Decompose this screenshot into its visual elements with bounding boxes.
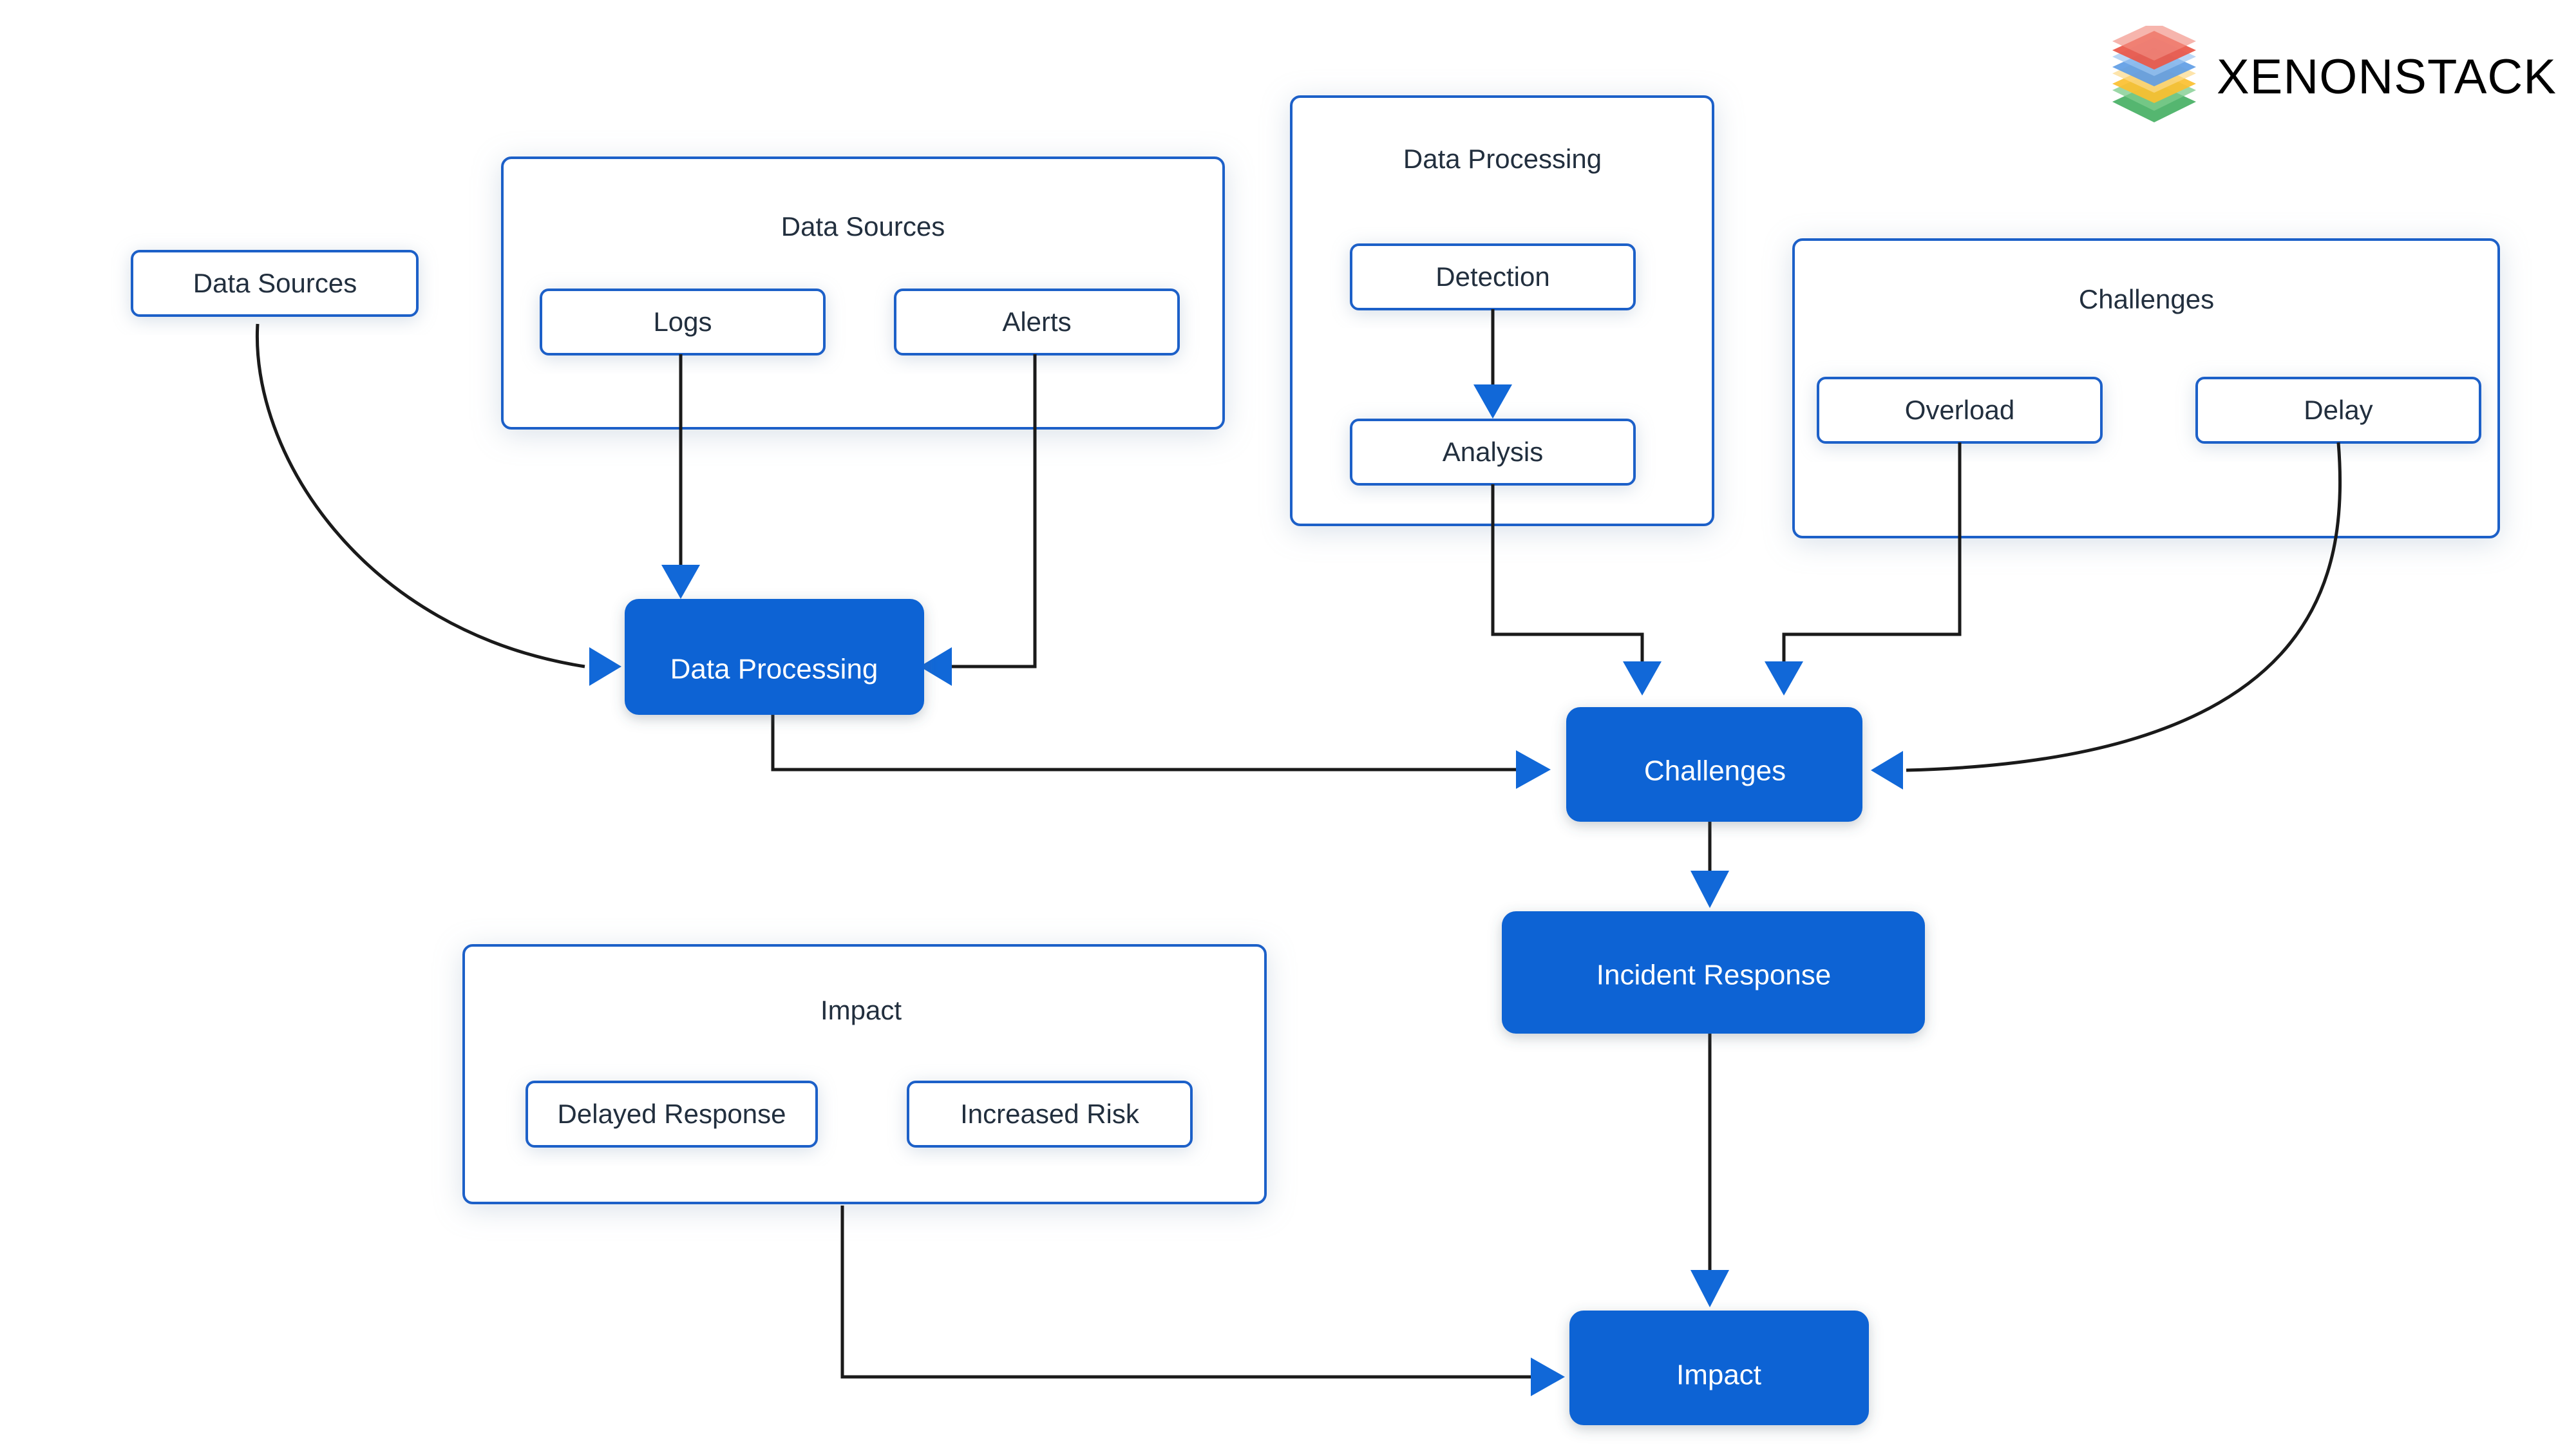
node-analysis[interactable]: Analysis (1350, 419, 1636, 486)
node-data-processing-solid-label: Data Processing (670, 654, 878, 685)
node-data-processing-solid[interactable]: Data Processing (625, 599, 924, 715)
flow-diagram: Data Sources Logs Alerts Data Processing… (131, 95, 2500, 1425)
group-impact-frame (462, 944, 1267, 1204)
brand-lockup: XENONSTACK (2106, 26, 2557, 129)
node-impact-solid[interactable]: Impact (1569, 1311, 1869, 1425)
group-data-processing[interactable]: Data Processing Detection Analysis (1290, 95, 1714, 526)
group-challenges[interactable]: Challenges Overload Delay (1792, 238, 2500, 538)
node-increased-risk-label: Increased Risk (960, 1099, 1140, 1129)
group-data-sources[interactable]: Data Sources Logs Alerts (501, 156, 1225, 430)
node-increased-risk[interactable]: Increased Risk (907, 1081, 1193, 1148)
node-data-sources-outline-label: Data Sources (193, 268, 357, 298)
node-delay-label: Delay (2304, 395, 2372, 425)
node-overload-label: Overload (1905, 395, 2014, 425)
group-impact[interactable]: Impact Delayed Response Increased Risk (462, 944, 1267, 1204)
node-incident-response-label: Incident Response (1596, 960, 1831, 991)
node-analysis-label: Analysis (1443, 437, 1543, 467)
node-challenges-solid[interactable]: Challenges (1566, 707, 1862, 822)
node-incident-response[interactable]: Incident Response (1502, 911, 1925, 1034)
node-alerts[interactable]: Alerts (894, 289, 1180, 355)
node-alerts-label: Alerts (1002, 307, 1071, 337)
node-logs-label: Logs (653, 307, 712, 337)
node-delay[interactable]: Delay (2195, 377, 2481, 444)
group-data-sources-label: Data Sources (781, 211, 945, 242)
node-data-sources-outline[interactable]: Data Sources (131, 250, 419, 317)
brand-name: XENONSTACK (2216, 50, 2557, 104)
node-overload[interactable]: Overload (1817, 377, 2103, 444)
node-delayed-response[interactable]: Delayed Response (526, 1081, 818, 1148)
xenonstack-stack-logo-icon (2106, 26, 2202, 129)
diagram-canvas: Data Sources Logs Alerts Data Processing… (0, 0, 2576, 1449)
edge-challenges-incident-response (1690, 821, 1729, 908)
group-data-processing-label: Data Processing (1403, 144, 1602, 174)
group-challenges-label: Challenges (2079, 284, 2214, 314)
node-logs[interactable]: Logs (540, 289, 826, 355)
edge-impact-group-impact-node (840, 1206, 1565, 1396)
node-detection[interactable]: Detection (1350, 243, 1636, 310)
node-challenges-solid-label: Challenges (1644, 755, 1786, 787)
edge-data-processing-challenges (771, 715, 1551, 789)
node-detection-label: Detection (1435, 261, 1549, 292)
node-delayed-response-label: Delayed Response (558, 1099, 786, 1129)
group-impact-label: Impact (820, 995, 902, 1025)
edge-incident-response-impact (1690, 1034, 1729, 1307)
node-impact-solid-label: Impact (1676, 1359, 1761, 1391)
